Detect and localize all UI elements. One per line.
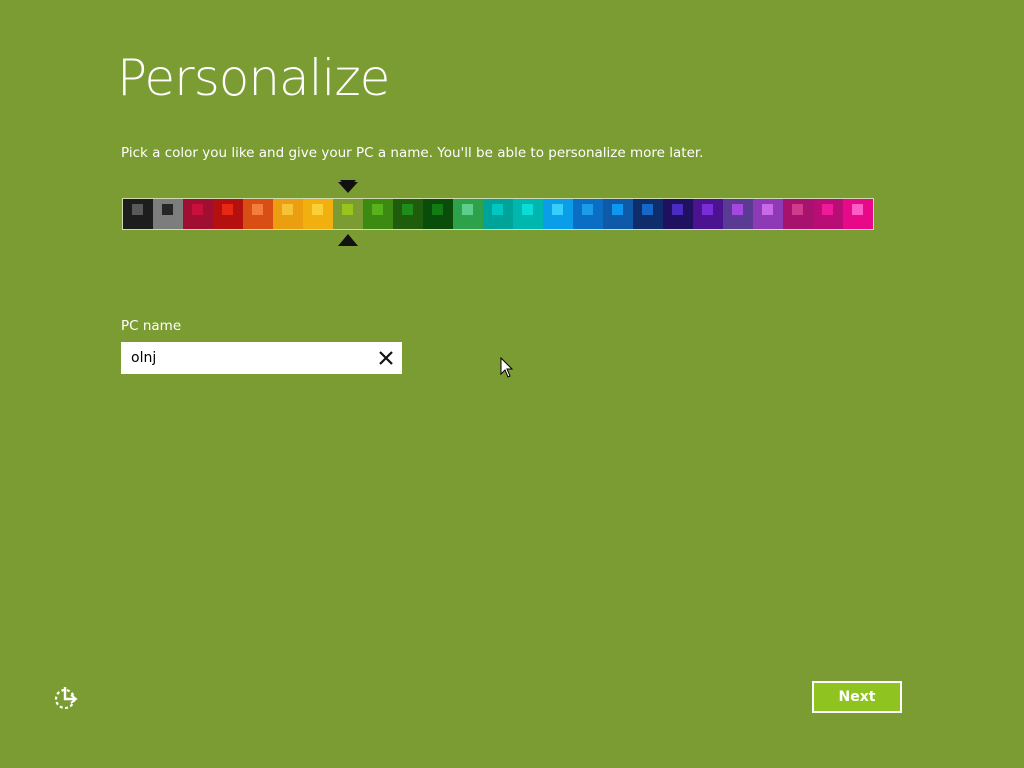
next-button[interactable]: Next	[812, 681, 902, 713]
color-swatch-accent	[372, 204, 383, 215]
color-swatch-accent	[162, 204, 173, 215]
color-swatch-25[interactable]	[843, 199, 873, 229]
pc-name-input[interactable]	[121, 342, 371, 374]
color-swatch-22[interactable]	[753, 199, 783, 229]
page-title: Personalize	[117, 49, 390, 107]
color-swatch-accent	[642, 204, 653, 215]
color-swatch-23[interactable]	[783, 199, 813, 229]
color-swatch-7[interactable]	[303, 199, 333, 229]
color-swatch-1[interactable]	[123, 199, 153, 229]
color-swatch-17[interactable]	[603, 199, 633, 229]
color-swatch-3[interactable]	[183, 199, 213, 229]
color-swatch-11[interactable]	[423, 199, 453, 229]
color-swatch-24[interactable]	[813, 199, 843, 229]
color-swatch-9[interactable]	[363, 199, 393, 229]
color-swatch-accent	[672, 204, 683, 215]
color-swatch-12[interactable]	[453, 199, 483, 229]
color-swatch-19[interactable]	[663, 199, 693, 229]
color-swatch-18[interactable]	[633, 199, 663, 229]
color-swatch-accent	[432, 204, 443, 215]
color-swatch-21[interactable]	[723, 199, 753, 229]
color-swatch-accent	[732, 204, 743, 215]
color-swatch-accent	[402, 204, 413, 215]
color-swatch-accent	[852, 204, 863, 215]
color-swatch-accent	[222, 204, 233, 215]
selected-color-bottom-indicator[interactable]	[338, 234, 358, 246]
color-swatch-accent	[492, 204, 503, 215]
pc-name-field-container	[121, 342, 402, 374]
selected-color-top-indicator	[338, 180, 358, 193]
color-swatch-accent	[312, 204, 323, 215]
color-swatch-5[interactable]	[243, 199, 273, 229]
color-swatch-16[interactable]	[573, 199, 603, 229]
pc-name-label: PC name	[121, 318, 182, 334]
color-swatch-accent	[462, 204, 473, 215]
color-swatch-20[interactable]	[693, 199, 723, 229]
color-swatch-accent	[192, 204, 203, 215]
page-subtitle: Pick a color you like and give your PC a…	[121, 145, 704, 161]
color-swatch-accent	[522, 204, 533, 215]
mouse-pointer-icon	[500, 357, 514, 378]
color-picker[interactable]	[122, 198, 874, 230]
color-swatch-4[interactable]	[213, 199, 243, 229]
color-swatch-2[interactable]	[153, 199, 183, 229]
color-swatch-accent	[252, 204, 263, 215]
color-swatch-14[interactable]	[513, 199, 543, 229]
color-swatch-accent	[822, 204, 833, 215]
color-swatch-accent	[612, 204, 623, 215]
color-swatch-8[interactable]	[333, 199, 363, 229]
color-swatch-13[interactable]	[483, 199, 513, 229]
color-swatch-accent	[702, 204, 713, 215]
color-swatch-accent	[792, 204, 803, 215]
ease-of-access-icon[interactable]	[52, 684, 80, 712]
color-swatch-15[interactable]	[543, 199, 573, 229]
color-swatch-accent	[552, 204, 563, 215]
close-icon[interactable]	[376, 348, 396, 368]
color-swatch-accent	[342, 204, 353, 215]
color-swatch-10[interactable]	[393, 199, 423, 229]
color-swatch-accent	[132, 204, 143, 215]
color-swatch-accent	[582, 204, 593, 215]
color-swatch-6[interactable]	[273, 199, 303, 229]
color-swatch-accent	[762, 204, 773, 215]
color-swatch-accent	[282, 204, 293, 215]
